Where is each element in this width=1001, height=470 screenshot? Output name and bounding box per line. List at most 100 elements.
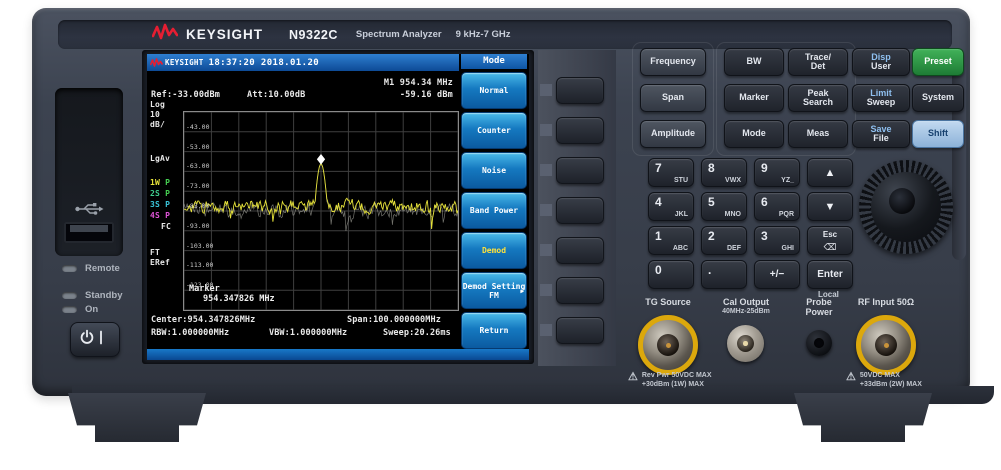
softkey-menu: Mode Normal Counter Noise Band Power Dem…: [461, 54, 527, 349]
instrument-photo: KEYSIGHT N9322C Spectrum Analyzer 9 kHz-…: [0, 0, 1001, 470]
key-system[interactable]: System: [912, 84, 964, 112]
y-axis-label: -123.00: [186, 282, 213, 289]
product-name: Spectrum Analyzer: [356, 29, 442, 40]
power-button[interactable]: [70, 322, 120, 357]
remote-led-icon: [62, 265, 77, 272]
ft-indicator: FT: [150, 248, 160, 258]
softkey-tab: [540, 324, 552, 336]
instrument-foot-right: [788, 393, 938, 442]
key-dot[interactable]: .: [701, 260, 747, 289]
key-esc[interactable]: Esc⌫: [807, 226, 853, 255]
cal-output-connector: [727, 325, 764, 362]
key-bw[interactable]: BW: [724, 48, 784, 76]
softkey-tab: [540, 204, 552, 216]
screen-brand: KEYSIGHT: [165, 58, 204, 67]
key-amplitude[interactable]: Amplitude: [640, 120, 706, 148]
softkey-demod[interactable]: Demod: [461, 232, 527, 269]
tg-source-label: TG Source: [630, 297, 706, 307]
hardware-softkey-1[interactable]: [556, 77, 604, 104]
hardware-softkey-5[interactable]: [556, 237, 604, 264]
on-led-icon: [62, 306, 77, 313]
screen-status-bar: KEYSIGHT 18:37:20 2018.01.20: [147, 54, 459, 71]
fc-indicator: FC: [161, 222, 171, 232]
keysight-logo-icon: [152, 23, 178, 46]
vbw-readout: VBW:1.000000MHz: [269, 328, 347, 338]
probe-power-connector: [806, 330, 832, 356]
rf-input-label: RF Input 50Ω: [846, 297, 926, 307]
usb-port[interactable]: [64, 222, 114, 243]
y-axis-label: -103.00: [186, 243, 213, 250]
key-up-arrow[interactable]: ▲: [807, 158, 853, 187]
softkey-band-power[interactable]: Band Power: [461, 192, 527, 229]
rf-input-warning: ⚠ 50VDC MAX +33dBm (2W) MAX: [846, 372, 956, 389]
key-disp-user[interactable]: DispUser: [852, 48, 910, 76]
down-arrow-icon: ▼: [808, 193, 852, 220]
hardware-softkey-6[interactable]: [556, 277, 604, 304]
frequency-range: 9 kHz-7 GHz: [456, 29, 511, 40]
submenu-arrow-icon: ▶: [520, 287, 524, 296]
softkey-tab: [540, 84, 552, 96]
key-8[interactable]: 8VWX: [701, 158, 747, 187]
standby-led-icon: [62, 292, 77, 299]
softkey-tab: [540, 244, 552, 256]
key-3[interactable]: 3GHI: [754, 226, 800, 255]
hardware-softkey-2[interactable]: [556, 117, 604, 144]
key-0[interactable]: 0: [648, 260, 694, 289]
instrument-foot-left: [62, 393, 212, 442]
tg-source-connector: [638, 315, 698, 375]
marker-amplitude-readout: -59.16 dBm: [400, 90, 453, 100]
y-axis-label: -53.00: [186, 144, 209, 151]
trace4-indicator: 4S P: [150, 211, 170, 221]
softkey-demod-setting[interactable]: Demod Setting FM ▶: [461, 272, 527, 309]
key-4[interactable]: 4JKL: [648, 192, 694, 221]
marker-frequency-readout: M1 954.34 MHz: [384, 78, 453, 88]
key-enter[interactable]: Enter: [807, 260, 853, 289]
hardware-softkey-7[interactable]: [556, 317, 604, 344]
hardware-softkey-4[interactable]: [556, 197, 604, 224]
trace3-indicator: 3S P: [150, 200, 170, 210]
key-9[interactable]: 9YZ_: [754, 158, 800, 187]
up-arrow-icon: ▲: [808, 159, 852, 186]
spectrum-plot: Marker 954.347826 MHz -43.00-53.00-63.00…: [184, 112, 458, 310]
key-preset[interactable]: Preset: [912, 48, 964, 76]
softkey-counter[interactable]: Counter: [461, 112, 527, 149]
rotary-knob[interactable]: [859, 160, 953, 254]
attenuation-readout: Att:10.00dB: [247, 90, 306, 100]
trace2-indicator: 2S P: [150, 189, 170, 199]
key-marker[interactable]: Marker: [724, 84, 784, 112]
key-meas[interactable]: Meas: [788, 120, 848, 148]
softkey-noise[interactable]: Noise: [461, 152, 527, 189]
key-down-arrow[interactable]: ▼: [807, 192, 853, 221]
key-save-file[interactable]: SaveFile: [852, 120, 910, 148]
key-shift[interactable]: Shift: [912, 120, 964, 148]
usb-icon: [74, 200, 104, 222]
key-frequency[interactable]: Frequency: [640, 48, 706, 76]
softkey-tab: [540, 164, 552, 176]
key-plus-minus[interactable]: +/−: [754, 260, 800, 289]
key-6[interactable]: 6PQR: [754, 192, 800, 221]
key-5[interactable]: 5MNO: [701, 192, 747, 221]
span-readout: Span:100.000000MHz: [347, 315, 441, 325]
key-mode[interactable]: Mode: [724, 120, 784, 148]
y-axis-label: -63.00: [186, 163, 209, 170]
key-1[interactable]: 1ABC: [648, 226, 694, 255]
softkey-return[interactable]: Return: [461, 312, 527, 349]
y-axis-label: -93.00: [186, 223, 209, 230]
eref-indicator: ERef: [150, 258, 170, 268]
knob-dimple: [889, 188, 915, 214]
scale-indicator: Log 10 dB/: [150, 100, 165, 130]
hardware-softkey-3[interactable]: [556, 157, 604, 184]
key-limit-sweep[interactable]: LimitSweep: [852, 84, 910, 112]
average-indicator: LgAv: [150, 154, 170, 164]
screen-datetime: 18:37:20 2018.01.20: [209, 58, 320, 68]
softkey-normal[interactable]: Normal: [461, 72, 527, 109]
key-7[interactable]: 7STU: [648, 158, 694, 187]
screen-bottom-glow: [147, 349, 529, 360]
key-span[interactable]: Span: [640, 84, 706, 112]
key-trace-det[interactable]: Trace/Det: [788, 48, 848, 76]
backspace-icon: ⌫: [808, 242, 852, 253]
key-peak-search[interactable]: PeakSearch: [788, 84, 848, 112]
key-2[interactable]: 2DEF: [701, 226, 747, 255]
softkey-tab: [540, 124, 552, 136]
rbw-readout: RBW:1.000000MHz: [151, 328, 229, 338]
